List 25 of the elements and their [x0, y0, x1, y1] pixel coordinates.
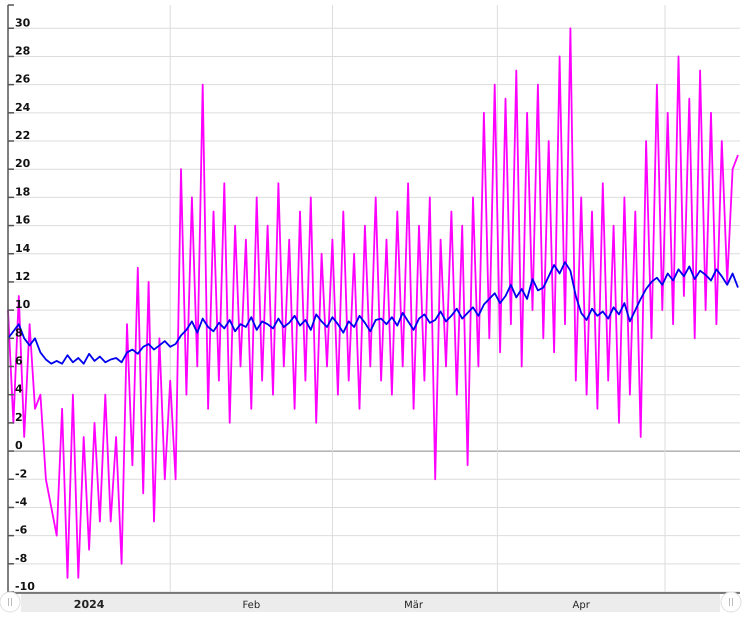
axis-label: Mär	[404, 600, 423, 611]
axis-label: -4	[15, 495, 28, 508]
axis-label: Feb	[242, 600, 260, 611]
axis-label: 18	[15, 185, 30, 198]
scroll-handle[interactable]	[720, 592, 742, 612]
axis-label: 8	[15, 326, 23, 340]
axis-label: 30	[15, 16, 30, 30]
scroll-handle[interactable]	[0, 592, 20, 612]
axis-label: 20	[15, 157, 30, 170]
axis-label: 22	[15, 129, 30, 142]
axis-label: 16	[15, 214, 30, 227]
axis-label: 2024	[74, 598, 104, 611]
axis-label: 2	[15, 410, 23, 424]
axis-label: -8	[15, 552, 28, 565]
axis-label: 0	[15, 439, 23, 452]
axis-label: 12	[15, 270, 30, 283]
axis-label: -2	[15, 467, 28, 480]
axis-label: 14	[15, 242, 30, 255]
scrollbar-track[interactable]	[21, 594, 720, 612]
axis-label: Apr	[572, 600, 590, 611]
axis-label: -10	[15, 580, 35, 593]
axis-label: 28	[15, 44, 30, 58]
axis-label: 24	[15, 100, 30, 114]
axis-label: -6	[15, 524, 28, 537]
axis-label: 26	[15, 72, 30, 86]
